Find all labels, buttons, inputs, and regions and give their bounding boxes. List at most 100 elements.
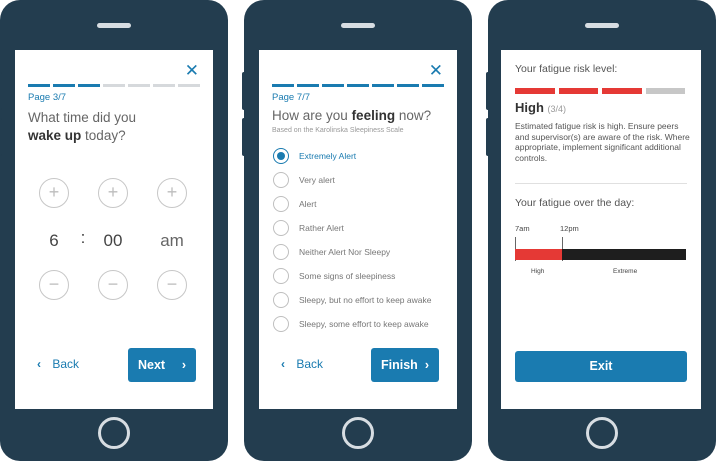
progress-segment bbox=[397, 84, 419, 87]
question-post: now? bbox=[398, 108, 432, 123]
radio-option-label: Sleepy, some effort to keep awake bbox=[299, 319, 429, 329]
radio-option-label: Neither Alert Nor Sleepy bbox=[299, 247, 391, 257]
progress-segment bbox=[422, 84, 444, 87]
progress-segment bbox=[103, 84, 125, 87]
radio-option-label: Sleepy, but no effort to keep awake bbox=[299, 295, 432, 305]
ampm-value: am bbox=[160, 231, 184, 250]
finish-button[interactable]: Finish › bbox=[371, 348, 439, 382]
radio-option[interactable]: Alert bbox=[273, 196, 453, 214]
question-text: What time did you wake up today? bbox=[28, 109, 136, 145]
divider bbox=[515, 183, 687, 184]
radio-button-icon[interactable] bbox=[273, 316, 289, 332]
page-indicator: Page 7/7 bbox=[272, 92, 311, 103]
radio-option[interactable]: Sleepy, but no effort to keep awake bbox=[273, 292, 453, 310]
results-screen: Your fatigue risk level: High (3/4) Esti… bbox=[501, 50, 701, 409]
side-button bbox=[0, 72, 2, 110]
risk-level: High (3/4) bbox=[515, 100, 566, 115]
time-start-label: 7am bbox=[515, 224, 530, 233]
radio-option-label: Rather Alert bbox=[299, 223, 344, 233]
progress-segment bbox=[322, 84, 344, 87]
fatigue-high-segment bbox=[515, 249, 562, 260]
risk-title: Your fatigue risk level: bbox=[515, 63, 618, 75]
side-button bbox=[486, 118, 490, 156]
question-bold: wake up bbox=[28, 128, 82, 143]
speaker-grille bbox=[341, 23, 375, 28]
close-icon[interactable]: ✕ bbox=[185, 62, 199, 79]
home-button bbox=[342, 417, 374, 449]
back-label: Back bbox=[296, 357, 324, 371]
hour-increment-button[interactable]: + bbox=[39, 178, 69, 208]
back-label: Back bbox=[52, 357, 80, 371]
progress-segment bbox=[272, 84, 294, 87]
risk-level-label: High bbox=[515, 100, 544, 115]
chevron-left-icon: ‹ bbox=[37, 357, 41, 371]
hour-decrement-button[interactable]: − bbox=[39, 270, 69, 300]
ampm-decrement-button[interactable]: − bbox=[157, 270, 187, 300]
radio-button-icon[interactable] bbox=[273, 244, 289, 260]
question-bold: feeling bbox=[351, 108, 396, 123]
side-button bbox=[242, 118, 246, 156]
next-button[interactable]: Next › bbox=[128, 348, 196, 382]
side-button bbox=[242, 72, 246, 110]
progress-segment bbox=[128, 84, 150, 87]
next-label: Next bbox=[138, 358, 166, 372]
radio-button-icon[interactable] bbox=[273, 196, 289, 212]
exit-button[interactable]: Exit bbox=[515, 351, 687, 382]
ampm-increment-button[interactable]: + bbox=[157, 178, 187, 208]
radio-option[interactable]: Some signs of sleepiness bbox=[273, 268, 453, 286]
radio-option-label: Alert bbox=[299, 199, 317, 209]
side-button bbox=[486, 72, 490, 110]
fatigue-extreme-segment bbox=[562, 249, 686, 260]
back-button[interactable]: ‹ Back bbox=[37, 357, 79, 371]
radio-button-icon[interactable] bbox=[273, 292, 289, 308]
radio-button-icon[interactable] bbox=[273, 220, 289, 236]
radio-option[interactable]: Very alert bbox=[273, 172, 453, 190]
time-mid-label: 12pm bbox=[560, 224, 579, 233]
progress-segment bbox=[153, 84, 175, 87]
radio-option[interactable]: Rather Alert bbox=[273, 220, 453, 238]
question-pre: What time did you bbox=[28, 110, 137, 125]
speaker-grille bbox=[97, 23, 131, 28]
feeling-screen: ✕ Page 7/7 How are you feeling now? Base… bbox=[259, 50, 457, 409]
progress-segment bbox=[178, 84, 200, 87]
progress-bar bbox=[28, 84, 200, 87]
minute-increment-button[interactable]: + bbox=[98, 178, 128, 208]
speaker-grille bbox=[585, 23, 619, 28]
radio-button-icon[interactable] bbox=[273, 148, 289, 164]
radio-option[interactable]: Neither Alert Nor Sleepy bbox=[273, 244, 453, 262]
question-text: How are you feeling now? bbox=[272, 107, 431, 125]
radio-button-icon[interactable] bbox=[273, 268, 289, 284]
chevron-left-icon: ‹ bbox=[281, 357, 285, 371]
wake-up-screen: ✕ Page 3/7 What time did you wake up tod… bbox=[15, 50, 213, 409]
high-segment-label: High bbox=[531, 268, 545, 275]
fatigue-day-title: Your fatigue over the day: bbox=[515, 197, 635, 209]
risk-description: Estimated fatigue risk is high. Ensure p… bbox=[515, 121, 690, 163]
progress-segment bbox=[53, 84, 75, 87]
risk-segment bbox=[645, 88, 685, 94]
radio-option-label: Some signs of sleepiness bbox=[299, 271, 396, 281]
chevron-right-icon: › bbox=[424, 358, 429, 372]
home-button bbox=[98, 417, 130, 449]
side-button bbox=[0, 118, 2, 156]
radio-option-label: Extremely Alert bbox=[299, 151, 357, 161]
progress-bar bbox=[272, 84, 444, 87]
risk-segment bbox=[558, 88, 598, 94]
phone-2: ✕ Page 7/7 How are you feeling now? Base… bbox=[242, 0, 472, 461]
risk-score: (3/4) bbox=[547, 104, 567, 114]
progress-segment bbox=[372, 84, 394, 87]
progress-segment bbox=[297, 84, 319, 87]
minute-value: 00 bbox=[103, 231, 123, 250]
risk-level-bar bbox=[515, 88, 685, 94]
minute-decrement-button[interactable]: − bbox=[98, 270, 128, 300]
risk-segment bbox=[602, 88, 642, 94]
phone-1: ✕ Page 3/7 What time did you wake up tod… bbox=[0, 0, 228, 461]
close-icon[interactable]: ✕ bbox=[429, 62, 443, 79]
radio-option[interactable]: Extremely Alert bbox=[273, 148, 453, 166]
question-post: today? bbox=[85, 128, 126, 143]
scale-subtitle: Based on the Karolinska Sleepiness Scale bbox=[272, 127, 404, 134]
back-button[interactable]: ‹ Back bbox=[281, 357, 323, 371]
radio-button-icon[interactable] bbox=[273, 172, 289, 188]
radio-option[interactable]: Sleepy, some effort to keep awake bbox=[273, 316, 453, 334]
progress-segment bbox=[347, 84, 369, 87]
page-indicator: Page 3/7 bbox=[28, 92, 67, 103]
